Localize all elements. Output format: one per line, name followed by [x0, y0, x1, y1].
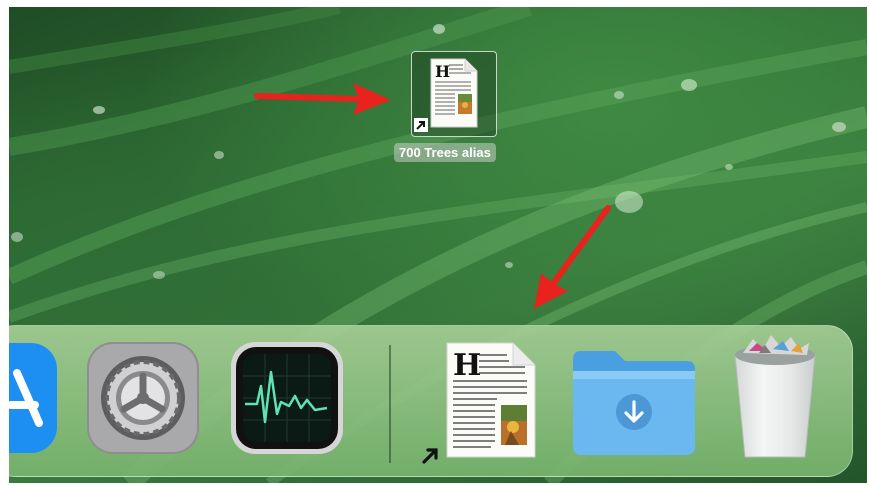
alias-arrow-icon — [414, 118, 428, 132]
downloads-folder-icon[interactable] — [569, 345, 699, 457]
svg-text:H: H — [435, 62, 450, 81]
text-document-icon: H — [430, 58, 478, 128]
app-store-icon[interactable] — [9, 343, 59, 453]
system-preferences-icon[interactable] — [87, 342, 199, 454]
desktop-alias-label: 700 Trees alias — [394, 143, 496, 162]
activity-monitor-icon[interactable] — [231, 342, 343, 454]
text-document-alias-icon[interactable]: H — [441, 339, 541, 459]
alias-arrow-icon — [422, 448, 438, 464]
desktop-alias-icon[interactable]: H — [411, 51, 497, 137]
desktop: H 700 Trees alias H — [9, 7, 867, 483]
dock-divider — [389, 345, 391, 463]
trash-full-icon[interactable] — [723, 331, 827, 459]
svg-text:H: H — [453, 348, 481, 383]
